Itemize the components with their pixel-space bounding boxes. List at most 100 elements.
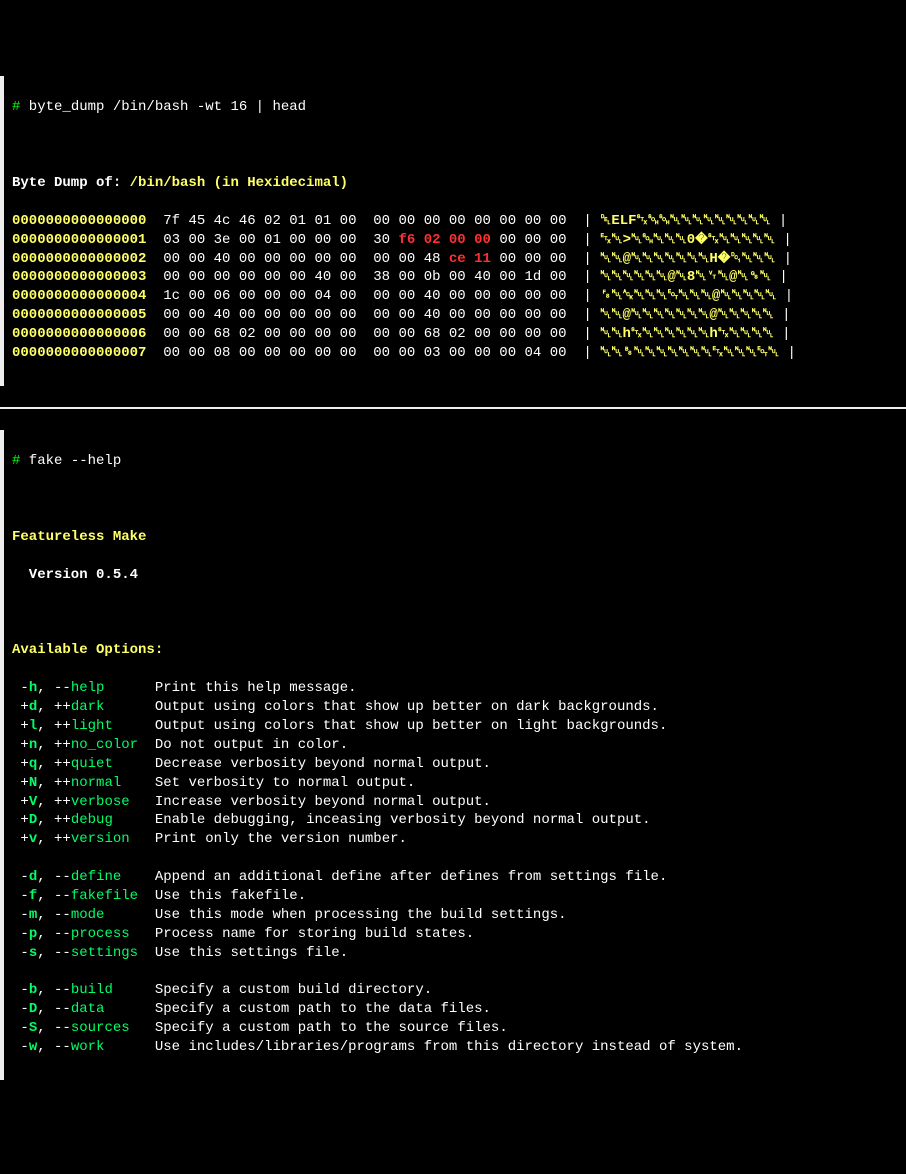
short-option: p: [29, 926, 37, 942]
option-row: +D, ++debug Enable debugging, inceasing …: [12, 811, 898, 830]
option-description: Output using colors that show up better …: [155, 699, 659, 715]
option-description: Increase verbosity beyond normal output.: [155, 794, 491, 810]
blank-line: [12, 849, 898, 868]
option-row: -d, --define Append an additional define…: [12, 868, 898, 887]
short-option: V: [29, 794, 37, 810]
long-option: debug: [71, 812, 138, 828]
option-row: +N, ++normal Set verbosity to normal out…: [12, 774, 898, 793]
option-row: -p, --process Process name for storing b…: [12, 925, 898, 944]
hex-bytes: 1c 00 06 00 00 00 04 00: [163, 288, 356, 304]
blank-line: [12, 136, 898, 155]
dump-title: Byte Dump of: /bin/bash (in Hexidecimal): [12, 174, 898, 193]
short-option: m: [29, 907, 37, 923]
ascii-column: ␀␀h␂␀␀␀␀␀␀h␂␀␀␀␀: [592, 326, 782, 342]
option-description: Decrease verbosity beyond normal output.: [155, 756, 491, 772]
long-option: build: [71, 982, 138, 998]
hex-bytes: 03 00 3e 00 01 00 00 00: [163, 232, 356, 248]
hex-dump-row: 0000000000000005 00 00 40 00 00 00 00 00…: [12, 306, 898, 325]
option-description: Use includes/libraries/programs from thi…: [155, 1039, 743, 1055]
hex-bytes: 00 00 68 02 00 00 00 00: [163, 326, 356, 342]
option-description: Enable debugging, inceasing verbosity be…: [155, 812, 651, 828]
short-option: D: [29, 812, 37, 828]
short-option: s: [29, 945, 37, 961]
command-text: fake --help: [20, 453, 121, 469]
long-option: no_color: [71, 737, 138, 753]
long-option: data: [71, 1001, 138, 1017]
long-option: process: [71, 926, 138, 942]
blank-line: [12, 604, 898, 623]
option-description: Use this settings file.: [155, 945, 348, 961]
hex-dump-row: 0000000000000004 1c 00 06 00 00 00 04 00…: [12, 287, 898, 306]
ascii-column: ␡ELF␂␁␁␀␀␀␀␀␀␀␀␀: [592, 213, 779, 229]
short-option: n: [29, 737, 37, 753]
option-row: +l, ++light Output using colors that sho…: [12, 717, 898, 736]
long-option: help: [71, 680, 138, 696]
ascii-column: ␀␀␀␀␀␀@␀8␀␋␀@␀␝␀: [592, 269, 780, 285]
option-description: Do not output in color.: [155, 737, 348, 753]
long-option: sources: [71, 1020, 138, 1036]
short-option: S: [29, 1020, 37, 1036]
option-row: -S, --sources Specify a custom path to t…: [12, 1019, 898, 1038]
long-option: work: [71, 1039, 138, 1055]
option-row: +n, ++no_color Do not output in color.: [12, 736, 898, 755]
option-description: Specify a custom build directory.: [155, 982, 432, 998]
ascii-column: ␀␀@␀␀␀␀␀␀␀@␀␀␀␀␀: [592, 307, 782, 323]
ascii-column: ␀␀@␀␀␀␀␀␀␀H�␑␀␀␀: [592, 251, 784, 267]
long-option: quiet: [71, 756, 138, 772]
ascii-column: ␜␀␆␀␀␀␄␀␀␀@␀␀␀␀␀: [592, 288, 785, 304]
short-option: b: [29, 982, 37, 998]
short-option: w: [29, 1039, 37, 1055]
option-description: Print this help message.: [155, 680, 357, 696]
address: 0000000000000006: [12, 326, 146, 342]
short-option: f: [29, 888, 37, 904]
address: 0000000000000004: [12, 288, 146, 304]
long-option: normal: [71, 775, 138, 791]
hex-dump-table: 0000000000000000 7f 45 4c 46 02 01 01 00…: [12, 212, 898, 363]
ascii-column: ␃␀>␀␁␀␀␀0�␂␀␀␀␀␀: [592, 232, 784, 248]
hex-bytes: 00 00 40 00 00 00 00 00: [163, 307, 356, 323]
short-option: N: [29, 775, 37, 791]
long-option: settings: [71, 945, 138, 961]
hex-dump-row: 0000000000000002 00 00 40 00 00 00 00 00…: [12, 250, 898, 269]
ascii-column: ␀␀␈␀␀␀␀␀␀␀␃␀␀␀␄␀: [592, 345, 788, 361]
address: 0000000000000002: [12, 251, 146, 267]
long-option: define: [71, 869, 138, 885]
short-option: d: [29, 869, 37, 885]
hex-bytes: 00 00 08 00 00 00 00 00: [163, 345, 356, 361]
address: 0000000000000007: [12, 345, 146, 361]
option-description: Specify a custom path to the data files.: [155, 1001, 491, 1017]
address: 0000000000000000: [12, 213, 146, 229]
short-option: q: [29, 756, 37, 772]
command-line: # byte_dump /bin/bash -wt 16 | head: [12, 98, 898, 117]
option-row: -f, --fakefile Use this fakefile.: [12, 887, 898, 906]
long-option: version: [71, 831, 138, 847]
address: 0000000000000003: [12, 269, 146, 285]
option-row: +d, ++dark Output using colors that show…: [12, 698, 898, 717]
options-heading: Available Options:: [12, 641, 898, 660]
option-description: Specify a custom path to the source file…: [155, 1020, 508, 1036]
option-row: +v, ++version Print only the version num…: [12, 830, 898, 849]
option-description: Print only the version number.: [155, 831, 407, 847]
option-description: Use this mode when processing the build …: [155, 907, 567, 923]
command-line: # fake --help: [12, 452, 898, 471]
option-description: Output using colors that show up better …: [155, 718, 667, 734]
address: 0000000000000001: [12, 232, 146, 248]
short-option: l: [29, 718, 37, 734]
option-row: -m, --mode Use this mode when processing…: [12, 906, 898, 925]
hex-bytes: 7f 45 4c 46 02 01 01 00: [163, 213, 356, 229]
hex-dump-row: 0000000000000006 00 00 68 02 00 00 00 00…: [12, 325, 898, 344]
option-description: Append an additional define after define…: [155, 869, 667, 885]
terminal-output: # fake --help Featureless Make Version 0…: [0, 430, 906, 1080]
short-option: D: [29, 1001, 37, 1017]
option-description: Use this fakefile.: [155, 888, 306, 904]
hex-bytes: 00 00 00 00 00 00 40 00: [163, 269, 356, 285]
long-option: light: [71, 718, 138, 734]
long-option: fakefile: [71, 888, 138, 904]
long-option: verbose: [71, 794, 138, 810]
option-row: -b, --build Specify a custom build direc…: [12, 981, 898, 1000]
hex-dump-row: 0000000000000001 03 00 3e 00 01 00 00 00…: [12, 231, 898, 250]
option-row: -w, --work Use includes/libraries/progra…: [12, 1038, 898, 1057]
short-option: h: [29, 680, 37, 696]
terminal-output: # byte_dump /bin/bash -wt 16 | head Byte…: [0, 76, 906, 386]
option-description: Set verbosity to normal output.: [155, 775, 415, 791]
